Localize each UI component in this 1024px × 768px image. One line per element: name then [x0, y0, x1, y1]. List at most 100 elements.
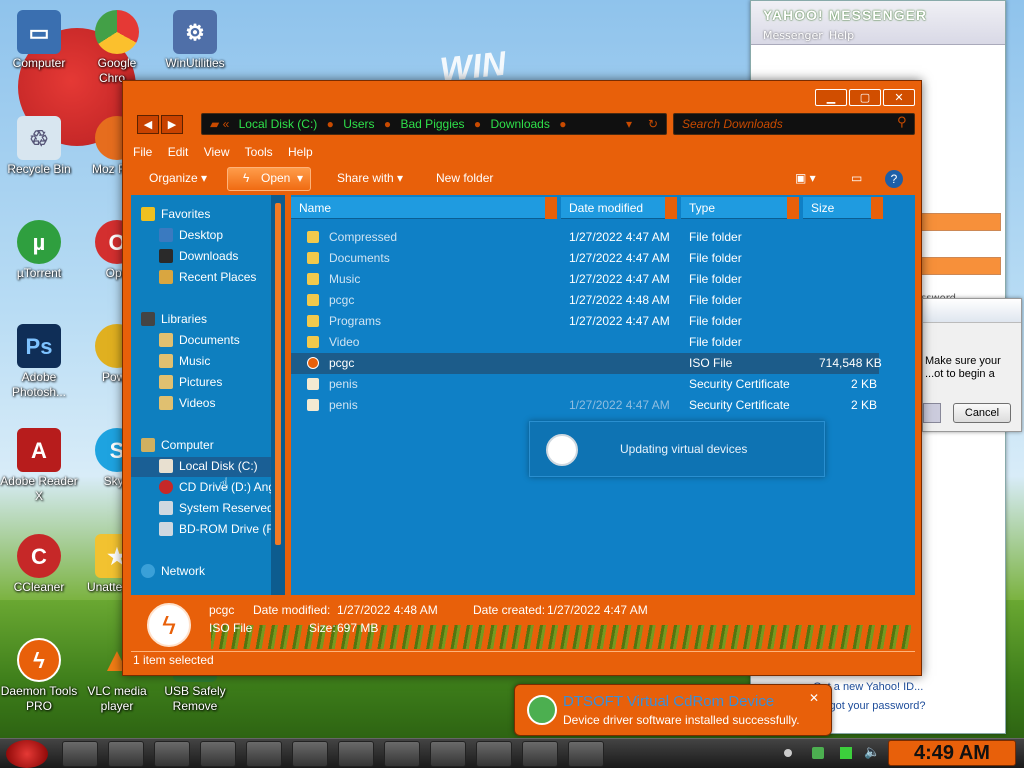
yahoo-password-field[interactable] — [921, 257, 1001, 275]
share-with-button[interactable]: Share with ▾ — [337, 171, 403, 185]
column-header-date[interactable]: Date modified — [561, 197, 677, 219]
desktop-icon-computer[interactable]: ▭ Computer — [0, 10, 78, 71]
yahoo-menu-help[interactable]: Help — [829, 29, 854, 42]
file-row-selected[interactable]: pcgc ISO File 714,548 KB — [291, 353, 882, 374]
file-row[interactable]: Video File folder — [291, 332, 915, 353]
breadcrumb-downloads[interactable]: Downloads — [490, 117, 549, 131]
sidebar-scrollbar[interactable] — [271, 195, 285, 595]
file-row[interactable]: Documents 1/27/2022 4:47 AM File folder — [291, 248, 915, 269]
column-resize-grip[interactable] — [665, 197, 677, 219]
dialog-cancel-button[interactable]: Cancel — [953, 403, 1011, 423]
taskbar-opera-button[interactable] — [292, 741, 328, 767]
sidebar-group-computer[interactable]: Computer — [141, 438, 214, 452]
background-dialog[interactable]: Make sure your ...ot to begin a Cancel — [922, 298, 1022, 432]
sidebar-item-bd-rom[interactable]: BD-ROM Drive (F — [159, 522, 274, 536]
sidebar-group-libraries[interactable]: Libraries — [141, 312, 207, 326]
sidebar-group-network[interactable]: Network — [141, 564, 205, 578]
file-row[interactable]: pcgc 1/27/2022 4:48 AM File folder — [291, 290, 915, 311]
new-folder-button[interactable]: New folder — [436, 171, 493, 185]
sidebar-item-local-disk[interactable]: Local Disk (C:) — [159, 459, 258, 473]
desktop-icon-photoshop[interactable]: Ps Adobe Photosh... — [0, 324, 78, 400]
sidebar-item-downloads[interactable]: Downloads — [159, 249, 238, 263]
desktop-icon-ccleaner[interactable]: C CCleaner — [0, 534, 78, 595]
taskbar-angry-birds-button[interactable] — [430, 741, 466, 767]
column-header-name[interactable]: Name — [291, 197, 557, 219]
forward-button[interactable]: ▶ — [161, 115, 183, 134]
menu-view[interactable]: View — [204, 145, 230, 159]
address-bar[interactable]: ▰ « Local Disk (C:) ● Users ● Bad Piggie… — [201, 113, 667, 135]
back-button[interactable]: ◀ — [137, 115, 159, 134]
column-header-type[interactable]: Type — [681, 197, 799, 219]
desktop-icon-recycle-bin[interactable]: ♲ Recycle Bin — [0, 116, 78, 177]
sidebar-item-videos[interactable]: Videos — [159, 396, 215, 410]
sidebar-item-desktop[interactable]: Desktop — [159, 228, 223, 242]
search-icon[interactable]: ⚲ — [897, 115, 907, 130]
view-options-icon[interactable]: ▣ ▾ — [795, 171, 816, 185]
desktop-icon-adobe-reader[interactable]: A Adobe Reader X — [0, 428, 78, 504]
search-input[interactable]: Search Downloads — [673, 113, 915, 135]
volume-icon[interactable]: 🔈 — [864, 745, 880, 760]
column-resize-grip[interactable] — [871, 197, 883, 219]
open-dropdown-icon[interactable]: ▾ — [297, 171, 303, 185]
sidebar-item-recent-places[interactable]: Recent Places — [159, 270, 256, 284]
desktop-icon-utorrent[interactable]: µ µTorrent — [0, 220, 78, 281]
taskbar-clock[interactable]: 4:49 AM — [888, 740, 1016, 766]
taskbar-app2-button[interactable] — [522, 741, 558, 767]
maximize-button[interactable]: ▢ — [849, 89, 881, 106]
yahoo-id-field[interactable] — [921, 213, 1001, 231]
file-row[interactable]: Compressed 1/27/2022 4:47 AM File folder — [291, 227, 915, 248]
sidebar-item-pictures[interactable]: Pictures — [159, 375, 222, 389]
minimize-button[interactable]: ▁ — [815, 89, 847, 106]
tray-network-icon[interactable] — [840, 747, 852, 759]
taskbar-skype-button[interactable] — [338, 741, 374, 767]
dialog-title-bar[interactable] — [923, 299, 1021, 323]
taskbar-ie-button[interactable] — [62, 741, 98, 767]
column-header-size[interactable]: Size — [803, 197, 883, 219]
file-row[interactable]: penis Security Certificate 2 KB — [291, 374, 915, 395]
taskbar-chrome-button[interactable] — [200, 741, 236, 767]
menu-tools[interactable]: Tools — [245, 145, 273, 159]
sidebar-item-cd-drive[interactable]: CD Drive (D:) Ang — [159, 480, 275, 494]
notification-balloon[interactable]: DTSOFT Virtual CdRom Device Device drive… — [514, 684, 832, 736]
sidebar-item-documents[interactable]: Documents — [159, 333, 240, 347]
desktop-icon-daemon-tools[interactable]: ϟ Daemon Tools PRO — [0, 638, 78, 714]
taskbar-explorer-button[interactable] — [108, 741, 144, 767]
tray-icon[interactable] — [784, 749, 792, 757]
desktop-icon-winutilities[interactable]: ⚙ WinUtilities — [156, 10, 234, 71]
taskbar-media-button[interactable] — [154, 741, 190, 767]
tray-device-icon[interactable] — [812, 747, 824, 759]
close-icon[interactable]: ✕ — [809, 691, 819, 705]
breadcrumb-local-disk[interactable]: Local Disk (C:) — [239, 117, 318, 131]
file-list-pane[interactable]: Name Date modified Type Size Compressed … — [291, 195, 915, 595]
sidebar-item-system-reserved[interactable]: System Reserved — [159, 501, 274, 515]
close-button[interactable]: ✕ — [883, 89, 915, 106]
menu-help[interactable]: Help — [288, 145, 313, 159]
file-row[interactable]: penis 1/27/2022 4:47 AM Security Certifi… — [291, 395, 915, 416]
organize-button[interactable]: Organize ▾ — [149, 171, 207, 185]
taskbar-app-button[interactable] — [384, 741, 420, 767]
sidebar-item-music[interactable]: Music — [159, 354, 210, 368]
taskbar-firefox-button[interactable] — [246, 741, 282, 767]
column-resize-grip[interactable] — [545, 197, 557, 219]
refresh-icon[interactable]: ↻ — [648, 114, 658, 134]
menu-file[interactable]: File — [133, 145, 152, 159]
sidebar-group-favorites[interactable]: Favorites — [141, 207, 210, 221]
explorer-window[interactable]: ▁ ▢ ✕ ◀ ▶ ▰ « Local Disk (C:) ● Users ● … — [122, 80, 922, 676]
taskbar-yahoo-button[interactable] — [476, 741, 512, 767]
file-row[interactable]: Music 1/27/2022 4:47 AM File folder — [291, 269, 915, 290]
file-row[interactable]: Programs 1/27/2022 4:47 AM File folder — [291, 311, 915, 332]
column-resize-grip[interactable] — [787, 197, 799, 219]
address-dropdown-icon[interactable]: ▾ — [626, 114, 632, 134]
desktop-icon-chrome[interactable]: Google Chro... — [78, 10, 156, 86]
taskbar-daemon-tools-button[interactable] — [568, 741, 604, 767]
preview-pane-icon[interactable]: ▭ — [851, 171, 862, 185]
file-date: 1/27/2022 4:47 AM — [569, 398, 670, 412]
menu-edit[interactable]: Edit — [168, 145, 189, 159]
breadcrumb-bad-piggies[interactable]: Bad Piggies — [401, 117, 465, 131]
dialog-primary-button[interactable] — [923, 403, 941, 423]
scrollbar-thumb[interactable] — [275, 203, 281, 545]
help-icon[interactable]: ? — [885, 170, 903, 188]
yahoo-menu-messenger[interactable]: Messenger — [763, 29, 823, 42]
start-button[interactable] — [6, 740, 48, 768]
breadcrumb-users[interactable]: Users — [343, 117, 374, 131]
